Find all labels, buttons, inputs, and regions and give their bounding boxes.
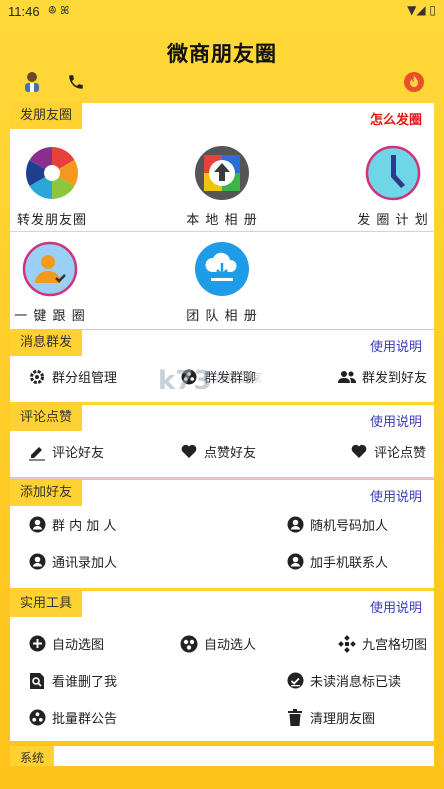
comment-help-link[interactable]: 使用说明 [370, 411, 422, 430]
bulk-group-notice-label: 批量群公告 [52, 712, 118, 727]
bulk-group-notice-button[interactable]: 批量群公告 [28, 708, 117, 727]
notification-icons: ꔮ ꕤ [48, 4, 70, 17]
fire-icon[interactable] [402, 70, 426, 94]
group-manage-label: 群分组管理 [52, 371, 118, 386]
like-friends-label: 点赞好友 [204, 446, 257, 461]
like-friends-button[interactable]: 点赞好友 [180, 442, 256, 461]
user-circle-icon [28, 553, 46, 571]
add-from-contacts-button[interactable]: 通讯录加人 [28, 552, 117, 571]
divider [10, 478, 434, 479]
pencil-icon [28, 443, 46, 461]
divider [10, 589, 434, 590]
group-manage-button[interactable]: 群分组管理 [28, 367, 117, 386]
broadcast-groups-label: 群发群聊 [204, 371, 257, 386]
add-phone-contacts-button[interactable]: 加手机联系人 [286, 552, 388, 571]
phone-icon[interactable] [64, 70, 88, 94]
team-album-label: 团 队 相 册 [186, 309, 258, 324]
comment-like-button[interactable]: 评论点赞 [350, 442, 426, 461]
system-section: 系统 [10, 746, 434, 766]
broadcast-friends-button[interactable]: 群发到好友 [338, 367, 427, 386]
add-phone-contacts-label: 加手机联系人 [310, 556, 389, 571]
broadcast-friends-label: 群发到好友 [362, 371, 428, 386]
tools-section: 实用工具 使用说明 自动选图 自动选人 九宫格切图 看谁删了我 未读消息标已读 … [10, 591, 434, 741]
auto-select-images-button[interactable]: 自动选图 [28, 634, 104, 653]
grid-split-image-button[interactable]: 九宫格切图 [338, 634, 427, 653]
local-album-button[interactable]: 本 地 相 册 [177, 145, 267, 228]
who-deleted-me-button[interactable]: 看谁删了我 [28, 671, 117, 690]
add-from-contacts-label: 通讯录加人 [52, 556, 118, 571]
section-label-tools: 实用工具 [10, 591, 83, 617]
comment-friends-label: 评论好友 [52, 446, 105, 461]
divider [10, 403, 434, 404]
divider [10, 231, 434, 232]
status-time: 11:46 [8, 4, 40, 19]
forward-moments-label: 转发朋友圈 [16, 213, 87, 228]
auto-select-people-button[interactable]: 自动选人 [180, 634, 256, 653]
user-check-icon [22, 241, 78, 297]
user-circle-icon [286, 553, 304, 571]
grid-split-image-label: 九宫格切图 [362, 638, 428, 653]
add-from-group-label: 群 内 加 人 [52, 519, 117, 534]
post-section: 发朋友圈 怎么发圈 转发朋友圈 本 地 相 册 发 圈 计 划 一 键 跟 圈 … [10, 103, 434, 329]
group-circle-icon [28, 709, 46, 727]
forward-moments-button[interactable]: 转发朋友圈 [7, 145, 97, 228]
auto-select-images-label: 自动选图 [52, 638, 105, 653]
people-icon [338, 368, 356, 386]
post-plan-label: 发 圈 计 划 [357, 213, 429, 228]
cloud-download-icon [195, 242, 249, 296]
mark-unread-read-label: 未读消息标已读 [310, 675, 402, 690]
who-deleted-me-label: 看谁删了我 [52, 675, 118, 690]
how-to-post-link[interactable]: 怎么发圈 [370, 109, 422, 128]
user-circle-icon [28, 516, 46, 534]
random-number-add-button[interactable]: 随机号码加人 [286, 515, 388, 534]
upload-photo-icon [195, 146, 249, 200]
app-title: 微商朋友圈 [167, 42, 277, 66]
broadcast-section: 消息群发 使用说明 群分组管理 群发群聊 群发到好友 [10, 330, 434, 402]
trash-icon [286, 709, 304, 727]
plus-circle-icon [28, 635, 46, 653]
gear-icon [28, 368, 46, 386]
status-bar: 11:46 ꔮ ꕤ ▼◢ ▯ [0, 0, 444, 24]
clock-icon [365, 145, 421, 201]
user-icon[interactable] [20, 70, 44, 94]
comment-friends-button[interactable]: 评论好友 [28, 442, 104, 461]
aperture-icon [25, 146, 79, 200]
follow-post-button[interactable]: 一 键 跟 圈 [5, 241, 95, 324]
comment-section: 评论点赞 使用说明 评论好友 点赞好友 评论点赞 [10, 405, 434, 477]
broadcast-groups-button[interactable]: 群发群聊 [180, 367, 256, 386]
clean-moments-button[interactable]: 清理朋友圈 [286, 708, 375, 727]
tools-help-link[interactable]: 使用说明 [370, 597, 422, 616]
check-circle-icon [286, 672, 304, 690]
post-plan-button[interactable]: 发 圈 计 划 [348, 145, 438, 228]
search-document-icon [28, 672, 46, 690]
signal-battery-icons: ▼◢ ▯ [407, 3, 436, 17]
section-label-broadcast: 消息群发 [10, 330, 83, 356]
section-label-system: 系统 [10, 746, 55, 766]
user-circle-icon [286, 516, 304, 534]
add-friends-help-link[interactable]: 使用说明 [370, 486, 422, 505]
comment-like-label: 评论点赞 [374, 446, 427, 461]
mark-unread-read-button[interactable]: 未读消息标已读 [286, 671, 401, 690]
grid-diamond-icon [338, 634, 356, 653]
local-album-label: 本 地 相 册 [186, 213, 258, 228]
heart-icon [180, 443, 198, 461]
clean-moments-label: 清理朋友圈 [310, 712, 376, 727]
add-from-group-button[interactable]: 群 内 加 人 [28, 515, 116, 534]
random-number-add-label: 随机号码加人 [310, 519, 389, 534]
add-friends-section: 添加好友 使用说明 群 内 加 人 随机号码加人 通讯录加人 加手机联系人 [10, 480, 434, 588]
section-label-comment: 评论点赞 [10, 405, 83, 431]
broadcast-help-link[interactable]: 使用说明 [370, 336, 422, 355]
heart-icon [350, 443, 368, 461]
auto-select-people-label: 自动选人 [204, 638, 257, 653]
follow-post-label: 一 键 跟 圈 [14, 309, 86, 324]
section-label-post: 发朋友圈 [10, 103, 83, 129]
group-circle-icon [180, 368, 198, 386]
group-circle-icon [180, 635, 198, 653]
section-label-add-friends: 添加好友 [10, 480, 83, 506]
team-album-button[interactable]: 团 队 相 册 [177, 241, 267, 324]
